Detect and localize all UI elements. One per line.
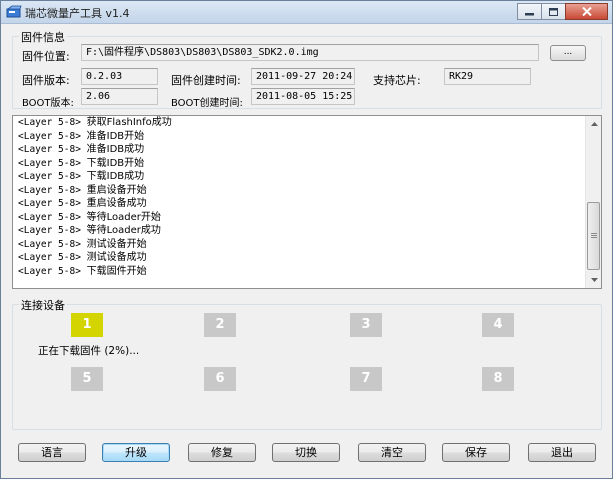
device-slot-6[interactable]: 6 <box>204 367 236 391</box>
log-line-message: 准备IDB成功 <box>86 144 145 155</box>
log-line: <Layer 5-8> 下载固件开始 <box>18 265 172 279</box>
log-line: <Layer 5-8> 测试设备成功 <box>18 251 172 265</box>
window-title: 瑞芯微量产工具 v1.4 <box>25 7 130 20</box>
log-line-prefix: <Layer 5-8> <box>18 157 81 169</box>
firmware-version-label: 固件版本: <box>22 74 70 87</box>
firmware-create-time-field: 2011-09-27 20:24:50 <box>251 68 355 85</box>
log-line-prefix: <Layer 5-8> <box>18 117 81 128</box>
device-slot-1[interactable]: 1 <box>71 313 103 337</box>
language-button[interactable]: 语言 <box>18 443 86 462</box>
chip-label: 支持芯片: <box>373 74 421 87</box>
log-line-message: 等待Loader开始 <box>86 211 161 223</box>
save-button[interactable]: 保存 <box>442 443 510 462</box>
device-slot-8[interactable]: 8 <box>482 367 514 391</box>
log-line-message: 下载IDB开始 <box>86 157 145 169</box>
log-line-prefix: <Layer 5-8> <box>18 184 81 196</box>
log-line: <Layer 5-8> 测试设备开始 <box>18 238 172 252</box>
scroll-thumb[interactable] <box>587 202 600 270</box>
minimize-button[interactable] <box>517 3 542 20</box>
firmware-path-field[interactable]: F:\固件程序\DS803\DS803\DS803_SDK2.0.img <box>81 44 539 61</box>
log-line-message: 下载固件开始 <box>86 265 147 277</box>
maximize-icon <box>549 7 558 16</box>
log-line-message: 等待Loader成功 <box>86 225 161 236</box>
log-line-prefix: <Layer 5-8> <box>18 252 81 263</box>
device-slot-3[interactable]: 3 <box>350 313 382 337</box>
boot-version-label: BOOT版本: <box>22 98 74 109</box>
log-line: <Layer 5-8> 重启设备开始 <box>18 184 172 198</box>
log-line-message: 测试设备开始 <box>86 238 147 250</box>
log-line-message: 重启设备成功 <box>86 198 147 209</box>
log-output[interactable]: <Layer 5-8> 获取FlashInfo成功 <Layer 5-8> 准备I… <box>12 115 602 289</box>
log-line-message: 测试设备成功 <box>86 252 147 263</box>
main-window: 瑞芯微量产工具 v1.4 固件信息 固件位置: F:\固件程序\DS803\DS… <box>0 0 613 479</box>
device-1-status: 正在下载固件 (2%)... <box>38 345 140 357</box>
log-line-prefix: <Layer 5-8> <box>18 238 81 250</box>
device-slot-5[interactable]: 5 <box>71 367 103 391</box>
clear-button[interactable]: 清空 <box>358 443 426 462</box>
log-line: <Layer 5-8> 重启设备成功 <box>18 197 172 211</box>
device-slot-2[interactable]: 2 <box>204 313 236 337</box>
log-line-message: 准备IDB开始 <box>86 130 145 142</box>
log-line: <Layer 5-8> 下载IDB成功 <box>18 170 172 184</box>
boot-version-field: 2.06 <box>81 88 158 105</box>
log-line-prefix: <Layer 5-8> <box>18 144 81 155</box>
log-line: <Layer 5-8> 下载IDB开始 <box>18 157 172 171</box>
log-line-prefix: <Layer 5-8> <box>18 171 81 182</box>
boot-create-time-field: 2011-08-05 15:25:24 <box>251 88 355 105</box>
log-lines: <Layer 5-8> 获取FlashInfo成功 <Layer 5-8> 准备I… <box>18 116 172 278</box>
scroll-down-icon <box>590 278 598 282</box>
log-line-message: 下载IDB成功 <box>86 171 145 182</box>
repair-button[interactable]: 修复 <box>188 443 256 462</box>
caption-buttons <box>517 3 608 20</box>
upgrade-button[interactable]: 升级 <box>102 443 170 462</box>
devices-title: 连接设备 <box>19 297 67 313</box>
minimize-icon <box>525 12 534 15</box>
log-line-prefix: <Layer 5-8> <box>18 198 81 209</box>
log-scrollbar[interactable] <box>585 116 601 288</box>
log-line: <Layer 5-8> 获取FlashInfo成功 <box>18 116 172 130</box>
log-line-message: 获取FlashInfo成功 <box>86 117 172 128</box>
firmware-info-title: 固件信息 <box>19 29 67 45</box>
close-icon <box>581 7 592 16</box>
log-line: <Layer 5-8> 等待Loader开始 <box>18 211 172 225</box>
close-button[interactable] <box>565 3 608 20</box>
browse-button[interactable]: ... <box>550 45 586 61</box>
log-line-prefix: <Layer 5-8> <box>18 225 81 236</box>
log-line: <Layer 5-8> 等待Loader成功 <box>18 224 172 238</box>
boot-create-time-label: BOOT创建时间: <box>171 98 243 109</box>
firmware-create-time-label: 固件创建时间: <box>171 74 241 87</box>
log-line: <Layer 5-8> 准备IDB成功 <box>18 143 172 157</box>
scroll-down-arrow[interactable] <box>586 272 601 288</box>
scroll-up-arrow[interactable] <box>586 116 601 132</box>
switch-button[interactable]: 切换 <box>272 443 340 462</box>
log-line-message: 重启设备开始 <box>86 184 147 196</box>
firmware-version-field: 0.2.03 <box>81 68 158 85</box>
log-line-prefix: <Layer 5-8> <box>18 211 81 223</box>
device-slot-7[interactable]: 7 <box>350 367 382 391</box>
maximize-button[interactable] <box>541 3 566 20</box>
log-line-prefix: <Layer 5-8> <box>18 130 81 142</box>
app-icon <box>6 5 22 18</box>
title-bar[interactable]: 瑞芯微量产工具 v1.4 <box>1 1 612 24</box>
log-line-prefix: <Layer 5-8> <box>18 265 81 277</box>
exit-button[interactable]: 退出 <box>528 443 596 462</box>
firmware-path-label: 固件位置: <box>22 50 70 63</box>
chip-field: RK29 <box>444 68 531 85</box>
log-line: <Layer 5-8> 准备IDB开始 <box>18 130 172 144</box>
device-slot-4[interactable]: 4 <box>482 313 514 337</box>
scroll-up-icon <box>590 122 598 126</box>
